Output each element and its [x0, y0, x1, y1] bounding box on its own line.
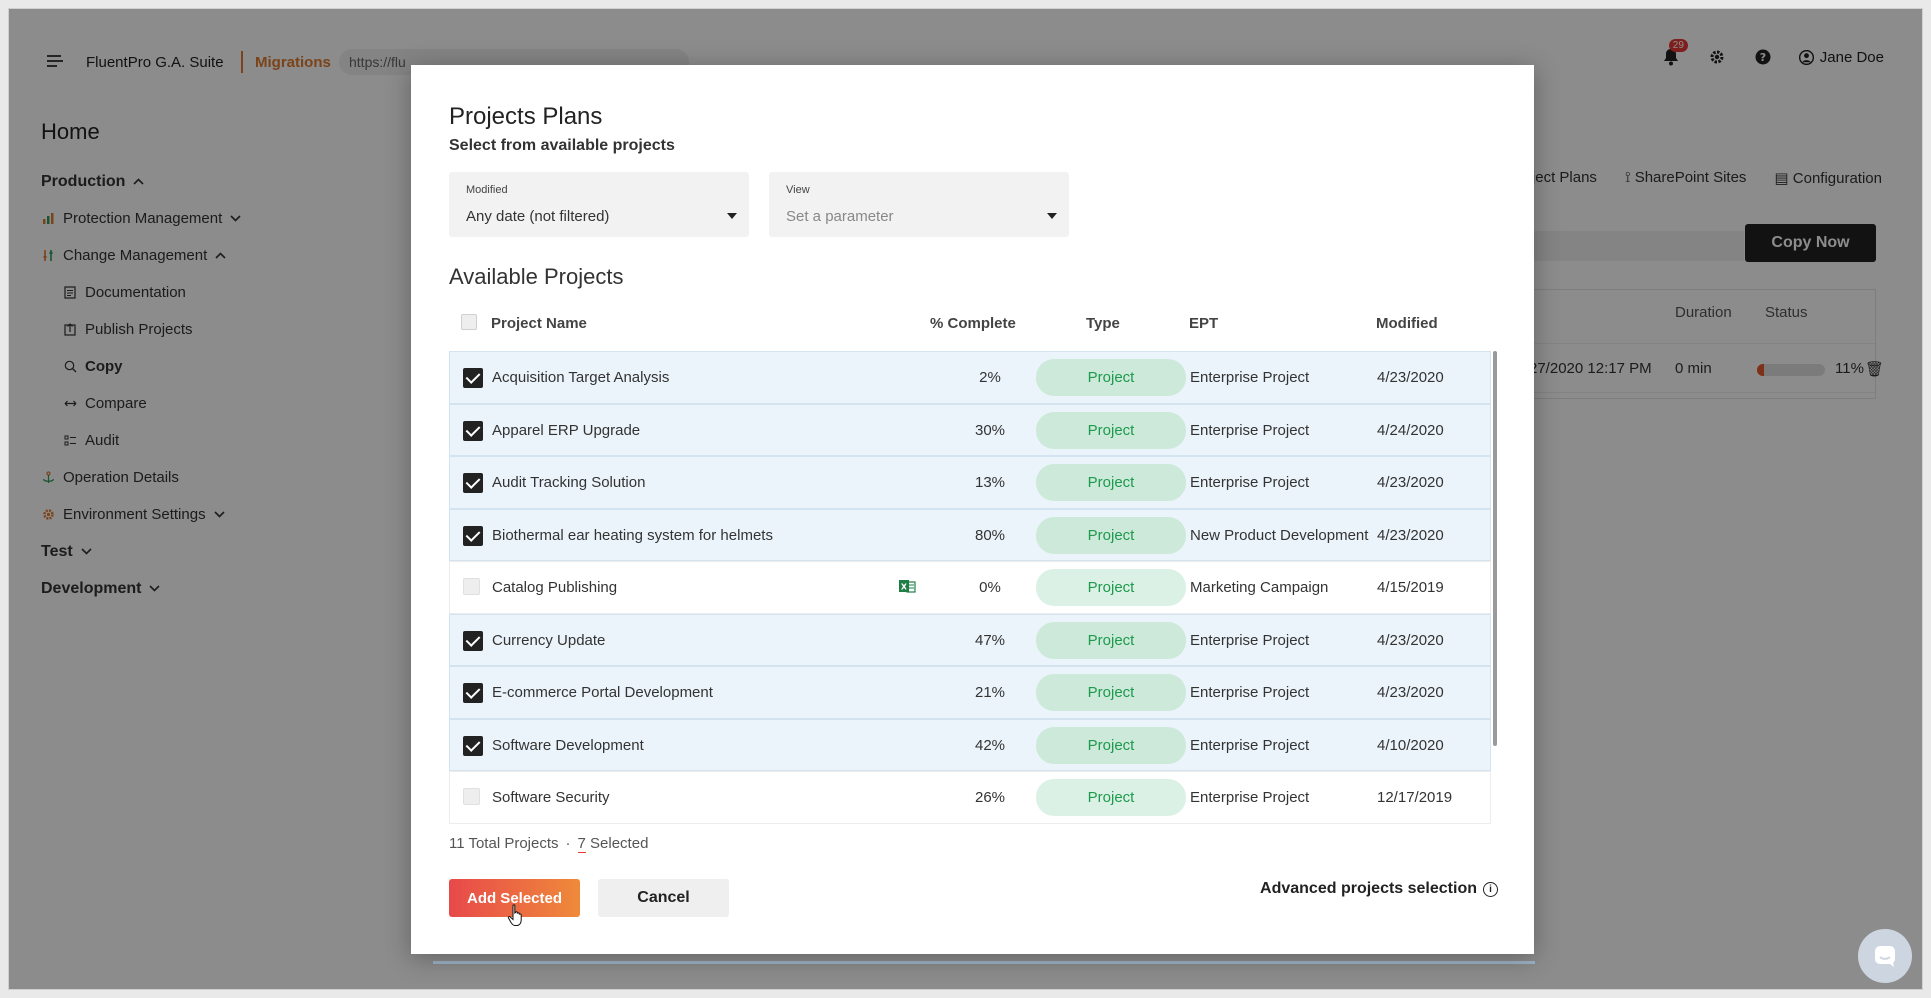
row-checkbox-checked[interactable]: [463, 735, 483, 756]
type-badge: Project: [1036, 779, 1186, 816]
project-name: Currency Update: [492, 631, 606, 649]
bottom-strip: [433, 961, 1535, 964]
modified-filter-label: Modified: [466, 184, 508, 196]
projects-plans-dialog: Projects Plans Select from available pro…: [411, 65, 1534, 954]
modified-date: 4/23/2020: [1377, 369, 1444, 386]
project-name: Biothermal ear heating system for helmet…: [492, 526, 773, 544]
percent-complete: 47%: [974, 631, 1006, 649]
type-badge: Project: [1036, 674, 1186, 711]
row-checkbox[interactable]: [463, 578, 480, 595]
projects-table-body: Acquisition Target Analysis 2% Project Ente…: [449, 351, 1499, 825]
advanced-selection-label: Advanced projects selection: [1260, 880, 1477, 897]
modified-filter-value: Any date (not filtered): [466, 208, 610, 225]
type-badge: Project: [1036, 411, 1186, 449]
modified-date: 4/24/2020: [1377, 421, 1444, 439]
ept-value: Marketing Campaign: [1190, 579, 1329, 596]
project-name: Catalog Publishing: [492, 579, 618, 596]
table-row[interactable]: Currency Update 47% Project Enterprise Proj…: [449, 613, 1491, 666]
modified-date: 12/17/2019: [1377, 789, 1453, 806]
table-row[interactable]: Catalog Publishing X 0% Project Marketing Ca…: [449, 561, 1491, 614]
col-percent-complete[interactable]: % Complete: [930, 315, 1016, 332]
row-checkbox-checked[interactable]: [463, 368, 483, 388]
percent-complete: 21%: [974, 684, 1006, 701]
hand-cursor-icon: [507, 904, 522, 926]
type-badge: Project: [1036, 464, 1186, 501]
info-icon[interactable]: i: [1483, 881, 1498, 897]
modified-filter[interactable]: Modified Any date (not filtered): [449, 172, 749, 237]
table-row[interactable]: Software Security 26% Project Enterprise Pr…: [449, 771, 1491, 824]
row-checkbox-checked[interactable]: [463, 473, 483, 493]
col-type[interactable]: Type: [1086, 315, 1120, 332]
ept-value: Enterprise Project: [1190, 631, 1310, 649]
view-filter[interactable]: View Set a parameter: [769, 172, 1069, 237]
ept-value: Enterprise Project: [1190, 736, 1310, 754]
table-header: Project Name % Complete Type EPT Modifie…: [449, 301, 1499, 345]
project-name: Acquisition Target Analysis: [492, 369, 670, 386]
select-all-checkbox[interactable]: [461, 314, 477, 330]
selected-count: 7: [577, 835, 586, 853]
ept-value: New Product Development: [1190, 526, 1369, 544]
table-row[interactable]: Acquisition Target Analysis 2% Project Ente…: [449, 351, 1491, 404]
type-badge: Project: [1036, 726, 1186, 764]
table-row[interactable]: Software Development 42% Project Enterprise…: [449, 718, 1491, 771]
row-checkbox[interactable]: [463, 788, 480, 805]
project-name: E-commerce Portal Development: [492, 684, 713, 701]
table-row[interactable]: E-commerce Portal Development 21% Project E…: [449, 666, 1491, 719]
type-badge: Project: [1036, 569, 1186, 606]
percent-complete: 13%: [974, 474, 1006, 491]
modified-date: 4/23/2020: [1377, 526, 1444, 544]
type-badge: Project: [1036, 359, 1186, 396]
type-badge: Project: [1036, 621, 1186, 659]
modified-date: 4/23/2020: [1377, 631, 1444, 649]
advanced-selection-link[interactable]: Advanced projects selection i: [1260, 880, 1498, 898]
project-name: Apparel ERP Upgrade: [492, 421, 641, 439]
row-checkbox-checked[interactable]: [463, 630, 483, 651]
percent-complete: 0%: [979, 579, 1001, 596]
table-scrollbar[interactable]: [1493, 351, 1497, 746]
view-filter-value: Set a parameter: [786, 208, 894, 225]
percent-complete: 30%: [974, 421, 1006, 439]
table-row[interactable]: Audit Tracking Solution 13% Project Enterpr…: [449, 456, 1491, 509]
excel-project-icon: X: [898, 577, 916, 595]
modified-date: 4/15/2019: [1377, 579, 1444, 596]
total-projects: 11 Total Projects: [449, 835, 559, 852]
chat-icon: [1875, 946, 1895, 967]
type-badge: Project: [1036, 516, 1186, 554]
dialog-subtitle: Select from available projects: [449, 137, 675, 154]
separator-dot: ·: [565, 835, 571, 852]
project-name: Audit Tracking Solution: [492, 474, 646, 491]
view-filter-label: View: [786, 184, 810, 196]
caret-down-icon: [1047, 213, 1057, 219]
selection-summary: 11 Total Projects · 7 Selected: [449, 835, 649, 853]
modified-date: 4/10/2020: [1377, 736, 1444, 754]
col-project-name[interactable]: Project Name: [491, 315, 587, 332]
project-name: Software Security: [492, 789, 610, 806]
ept-value: Enterprise Project: [1190, 789, 1310, 806]
percent-complete: 42%: [974, 736, 1006, 754]
app-frame: FluentPro G.A. Suite Migrations https://…: [8, 8, 1923, 990]
caret-down-icon: [727, 213, 737, 219]
col-modified[interactable]: Modified: [1376, 315, 1438, 332]
row-checkbox-checked[interactable]: [463, 420, 483, 441]
modified-date: 4/23/2020: [1377, 474, 1444, 491]
modified-date: 4/23/2020: [1377, 684, 1444, 701]
available-projects-title: Available Projects: [449, 264, 624, 289]
percent-complete: 2%: [979, 369, 1001, 386]
selected-word: Selected: [590, 835, 649, 852]
ept-value: Enterprise Project: [1190, 684, 1310, 701]
table-row[interactable]: Apparel ERP Upgrade 30% Project Enterprise …: [449, 403, 1491, 456]
dialog-title: Projects Plans: [449, 103, 603, 130]
percent-complete: 80%: [974, 526, 1006, 544]
row-checkbox-checked[interactable]: [463, 525, 483, 546]
ept-value: Enterprise Project: [1190, 369, 1310, 386]
row-checkbox-checked[interactable]: [463, 683, 483, 703]
ept-value: Enterprise Project: [1190, 474, 1310, 491]
percent-complete: 26%: [974, 789, 1006, 806]
table-row[interactable]: Biothermal ear heating system for helmet…: [449, 508, 1491, 561]
cancel-button[interactable]: Cancel: [598, 879, 729, 917]
project-name: Software Development: [492, 736, 644, 754]
col-ept[interactable]: EPT: [1189, 315, 1218, 332]
ept-value: Enterprise Project: [1190, 421, 1310, 439]
chat-launcher[interactable]: [1858, 929, 1912, 983]
